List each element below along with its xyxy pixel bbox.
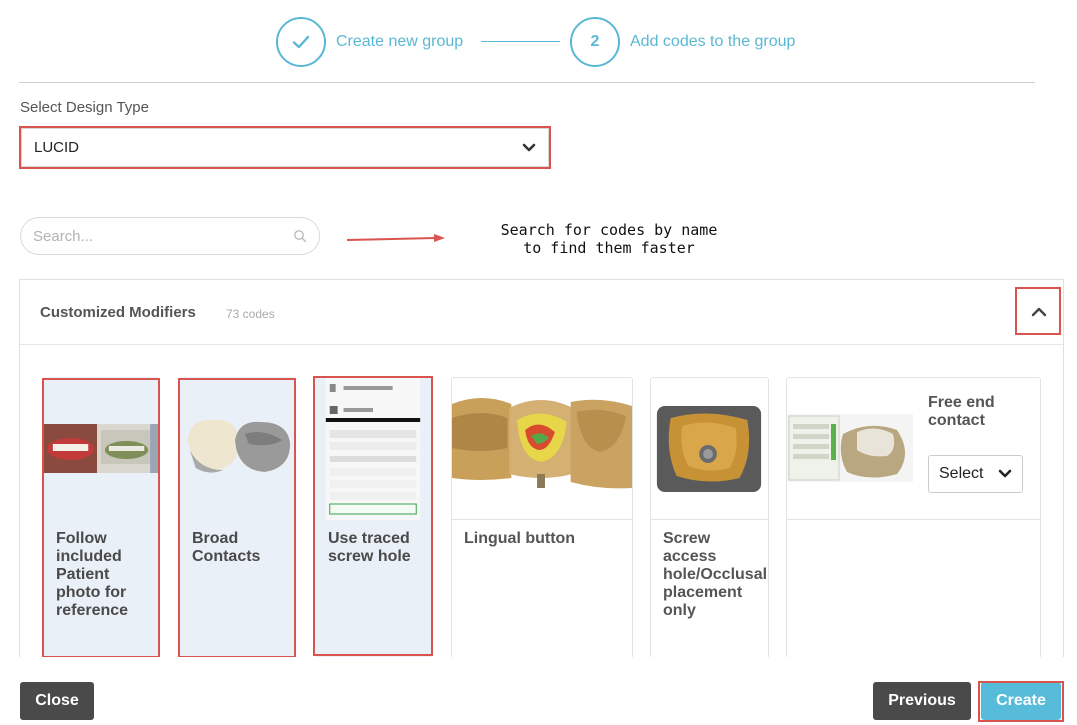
patient-photo-thumbnail [44, 378, 158, 520]
create-button[interactable]: Create [981, 682, 1061, 720]
search-box[interactable] [20, 217, 320, 255]
collapse-toggle-button[interactable] [1018, 290, 1060, 334]
annotation-line-2: to find them faster [523, 239, 695, 257]
code-card-free-end-contact[interactable]: Free end contact Select [786, 377, 1041, 677]
card-title: Use traced screw hole [328, 530, 411, 565]
card-title: Screw access hole/Occlusal placement onl… [663, 530, 768, 619]
crown-top-screw-thumbnail [651, 378, 768, 520]
step-2-label: Add codes to the group [630, 33, 796, 50]
design-type-label: Select Design Type [20, 99, 149, 116]
annotation-line-1: Search for codes by name [500, 221, 718, 239]
card-title: Follow included Patient photo for refere… [56, 530, 129, 619]
select-placeholder: Select [939, 465, 984, 482]
step-2-circle: 2 [570, 17, 620, 67]
card-title: Lingual button [464, 530, 576, 547]
group-header[interactable]: Customized Modifiers 73 codes [20, 280, 1063, 345]
chevron-down-icon [998, 469, 1012, 478]
contact-panel-thumbnail [787, 414, 913, 482]
software-panel-thumbnail [316, 378, 430, 520]
check-icon [292, 35, 310, 49]
annotation-arrow-icon [346, 234, 445, 242]
step-connector [481, 41, 560, 42]
card-divider [651, 519, 768, 520]
group-title: Customized Modifiers [40, 304, 196, 321]
step-1-done-circle [276, 17, 326, 67]
step-2-number: 2 [590, 33, 600, 50]
search-icon[interactable] [293, 229, 307, 243]
design-type-value: LUCID [34, 139, 80, 156]
heatmap-crowns-thumbnail [452, 378, 632, 520]
search-input[interactable] [33, 227, 293, 245]
free-end-contact-select[interactable]: Select [928, 455, 1023, 493]
close-button[interactable]: Close [20, 682, 94, 720]
previous-button[interactable]: Previous [873, 682, 971, 720]
card-title: Free end contact [928, 394, 995, 429]
chevron-down-icon [522, 143, 536, 151]
card-divider [787, 519, 1040, 520]
code-card-lingual-button[interactable]: Lingual button [451, 377, 633, 677]
code-card-traced-screw-hole[interactable]: Use traced screw hole [315, 377, 431, 677]
group-code-count: 73 codes [226, 307, 275, 321]
design-type-select[interactable]: LUCID [21, 128, 549, 167]
search-annotation: Search for codes by name to find them fa… [480, 221, 738, 257]
code-card-patient-photo[interactable]: Follow included Patient photo for refere… [43, 377, 159, 677]
code-card-broad-contacts[interactable]: Broad Contacts [179, 377, 295, 677]
crown-pair-thumbnail [180, 378, 294, 520]
card-divider [452, 519, 632, 520]
chevron-up-icon [1031, 307, 1047, 317]
header-divider [19, 82, 1035, 83]
card-title: Broad Contacts [192, 530, 261, 565]
code-card-screw-access-hole[interactable]: Screw access hole/Occlusal placement onl… [650, 377, 769, 677]
step-1-label: Create new group [336, 33, 464, 50]
modifier-group-panel: Customized Modifiers 73 codes Follow inc… [19, 279, 1064, 679]
